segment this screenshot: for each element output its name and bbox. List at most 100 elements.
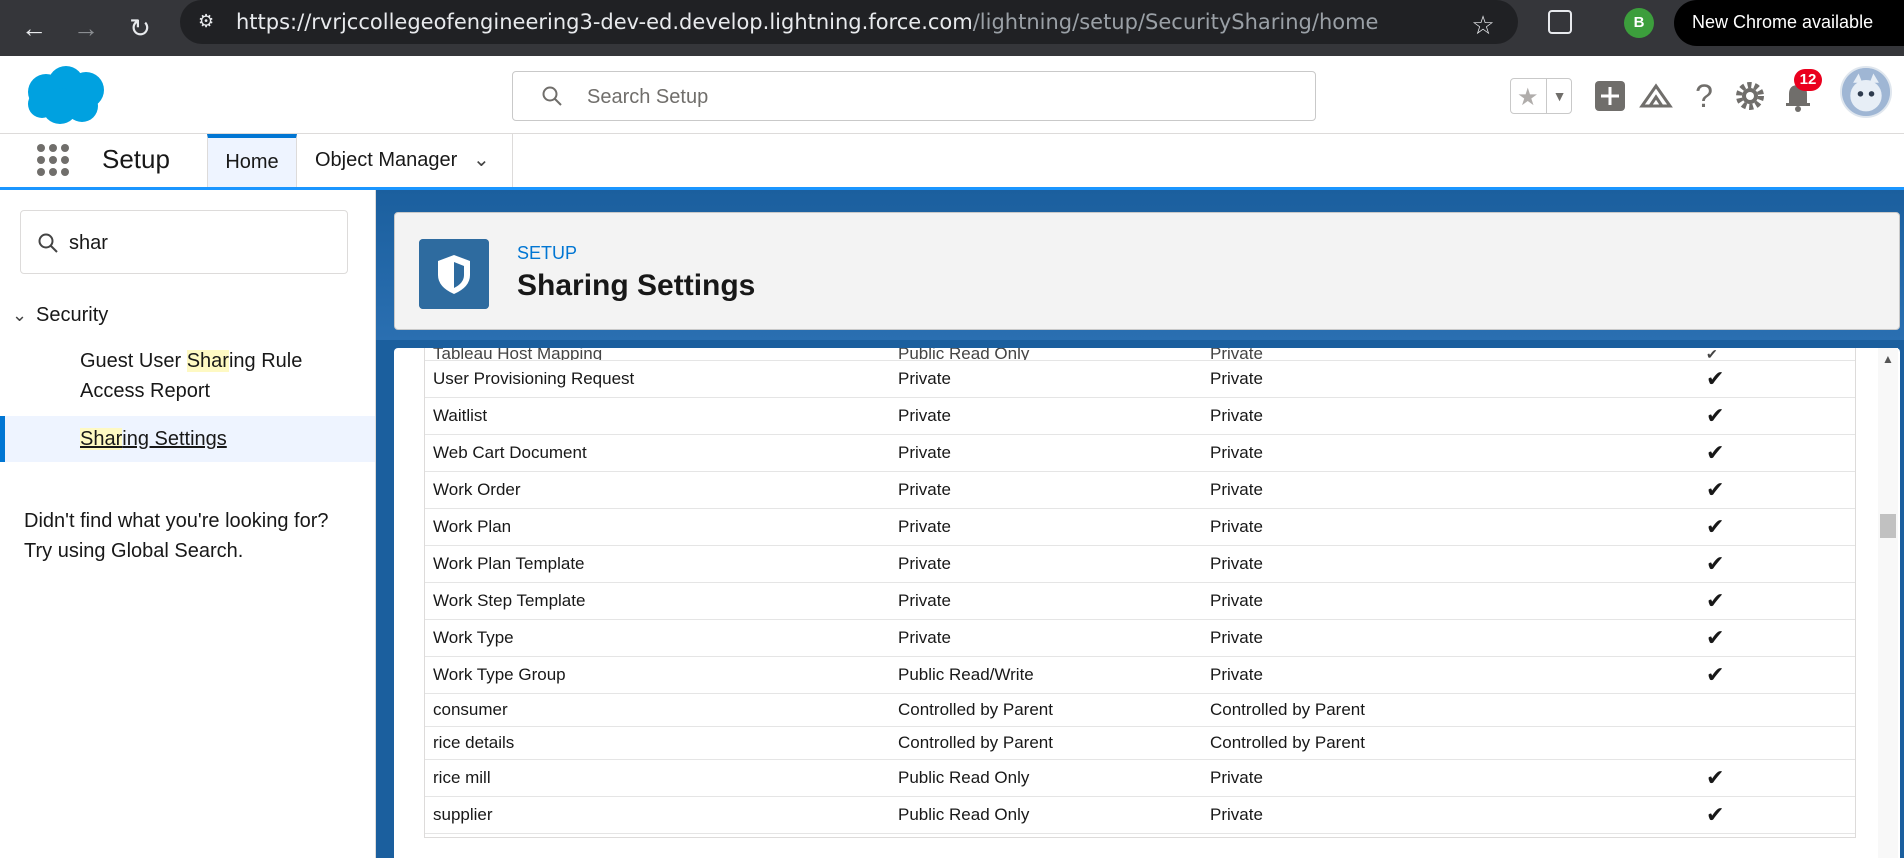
- external-access-cell: Private: [1202, 656, 1676, 694]
- external-access-cell: Private: [1202, 360, 1676, 398]
- app-name: Setup: [102, 144, 170, 174]
- search-input[interactable]: [587, 84, 1287, 110]
- global-actions-icon[interactable]: [1592, 78, 1628, 114]
- external-access-cell: Private: [1202, 582, 1676, 620]
- external-access-cell: Private: [1202, 796, 1676, 834]
- forward-icon[interactable]: →: [66, 8, 106, 48]
- object-cell: Tableau Host Mapping: [425, 348, 890, 361]
- quick-find-input[interactable]: [69, 229, 329, 257]
- settings-gear-icon[interactable]: [1732, 78, 1768, 114]
- back-icon[interactable]: ←: [14, 8, 54, 48]
- extensions-icon[interactable]: [1548, 10, 1572, 34]
- tab-object-manager[interactable]: Object Manager ⌄: [297, 134, 513, 187]
- tree-section-security[interactable]: ⌄ Security: [12, 304, 108, 327]
- object-cell: Work Type Group: [425, 656, 890, 694]
- internal-access-cell: Public Read Only: [890, 796, 1202, 834]
- scrollbar[interactable]: ▲: [1878, 348, 1898, 858]
- global-header: ★ ▼ ? 12: [0, 56, 1904, 134]
- reload-icon[interactable]: ↻: [120, 8, 160, 48]
- grant-hierarchy-checkmark-icon: ✔: [1676, 397, 1855, 435]
- shield-icon: [419, 239, 489, 309]
- external-access-cell: Private: [1202, 397, 1676, 435]
- favorites-dropdown-icon[interactable]: ▼: [1546, 79, 1572, 113]
- bookmark-star-icon[interactable]: ☆: [1466, 8, 1500, 42]
- trailhead-icon[interactable]: [1638, 78, 1674, 114]
- user-avatar[interactable]: [1840, 66, 1892, 118]
- object-cell: Work Type: [425, 619, 890, 657]
- url-text[interactable]: https://rvrjccollegeofengineering3-dev-e…: [236, 10, 1378, 34]
- checkmark-icon: ✔: [1676, 348, 1855, 361]
- object-cell: Waitlist: [425, 397, 890, 435]
- sidebar-item-guest-user-sharing-report[interactable]: Guest User Sharing Rule Access Report: [80, 346, 360, 406]
- internal-access-cell: Private: [890, 582, 1202, 620]
- internal-access-cell: Private: [890, 545, 1202, 583]
- table-row: Tableau Host Mapping Public Read Only Pr…: [425, 348, 1855, 361]
- search-icon: [38, 233, 58, 253]
- content-card: Tableau Host Mapping Public Read Only Pr…: [394, 348, 1900, 858]
- org-wide-defaults-table: Tableau Host Mapping Public Read Only Pr…: [424, 348, 1856, 838]
- sidebar-item-sharing-settings[interactable]: Sharing Settings: [0, 416, 375, 462]
- tab-home[interactable]: Home: [207, 134, 297, 187]
- internal-access-cell: Private: [890, 471, 1202, 509]
- grant-hierarchy-checkmark-icon: ✔: [1676, 360, 1855, 398]
- help-icon[interactable]: ?: [1686, 78, 1722, 114]
- app-navigation: Setup Home Object Manager ⌄: [0, 134, 1904, 190]
- search-highlight: Shar: [80, 428, 123, 450]
- not-found-message: Didn't find what you're looking for? Try…: [24, 506, 354, 566]
- favorite-star-icon[interactable]: ★: [1517, 83, 1539, 112]
- table-row: Work Plan Template Private Private ✔: [425, 545, 1855, 583]
- grant-hierarchy-checkmark-icon: ✔: [1676, 656, 1855, 694]
- main-content: SETUP Sharing Settings Tableau Host Mapp…: [376, 190, 1904, 858]
- object-cell: consumer: [425, 693, 890, 727]
- profile-avatar[interactable]: B: [1624, 8, 1654, 38]
- internal-access-cell: Public Read Only: [890, 348, 1202, 361]
- internal-access-cell: Private: [890, 397, 1202, 435]
- grant-hierarchy-checkmark-icon: ✔: [1676, 545, 1855, 583]
- not-found-line: Didn't find what you're looking for?: [24, 510, 329, 532]
- external-access-cell: Controlled by Parent: [1202, 693, 1676, 727]
- table-row: Waitlist Private Private ✔: [425, 397, 1855, 435]
- object-cell: Work Order: [425, 471, 890, 509]
- tab-object-manager-label: Object Manager: [315, 149, 458, 171]
- object-cell: Work Plan: [425, 508, 890, 546]
- chevron-down-icon[interactable]: ⌄: [473, 134, 490, 186]
- app-launcher-icon[interactable]: [36, 143, 70, 177]
- table-row: Work Plan Private Private ✔: [425, 508, 1855, 546]
- chrome-update-button[interactable]: New Chrome available: [1674, 0, 1904, 46]
- table-row: rice details Controlled by Parent Controll…: [425, 726, 1855, 760]
- scroll-thumb[interactable]: [1880, 514, 1896, 538]
- global-search-hint[interactable]: Try using Global Search.: [24, 536, 354, 566]
- address-bar[interactable]: ⚙ https://rvrjccollegeofengineering3-dev…: [180, 0, 1518, 44]
- favorites-group[interactable]: ★ ▼: [1510, 78, 1572, 114]
- sidebar-item-label: Guest User: [80, 350, 187, 372]
- grant-hierarchy-checkmark-icon: ✔: [1676, 619, 1855, 657]
- table-row: consumer Controlled by Parent Controlled b…: [425, 693, 1855, 727]
- browser-toolbar: ← → ↻ ⚙ https://rvrjccollegeofengineerin…: [0, 0, 1904, 56]
- salesforce-logo-icon[interactable]: [22, 64, 112, 126]
- external-access-cell: Private: [1202, 545, 1676, 583]
- external-access-cell: Controlled by Parent: [1202, 726, 1676, 760]
- external-access-cell: Private: [1202, 619, 1676, 657]
- url-path: /lightning/setup/SecuritySharing/home: [972, 10, 1379, 34]
- quick-find[interactable]: [20, 210, 348, 274]
- grant-hierarchy-checkmark-icon: ✔: [1676, 796, 1855, 834]
- chevron-down-icon[interactable]: ⌄: [12, 305, 36, 326]
- search-icon: [542, 86, 562, 106]
- astro-avatar-icon: [1842, 68, 1890, 116]
- table-row: Web Cart Document Private Private ✔: [425, 434, 1855, 472]
- object-cell: User Provisioning Request: [425, 360, 890, 398]
- scroll-up-icon[interactable]: ▲: [1882, 352, 1894, 366]
- global-search[interactable]: [512, 71, 1316, 121]
- external-access-cell: Private: [1202, 508, 1676, 546]
- external-access-cell: Private: [1202, 759, 1676, 797]
- internal-access-cell: Private: [890, 360, 1202, 398]
- url-host: https://rvrjccollegeofengineering3-dev-e…: [236, 10, 973, 34]
- object-cell: rice details: [425, 726, 890, 760]
- internal-access-cell: Private: [890, 434, 1202, 472]
- grant-hierarchy-checkmark-icon: ✔: [1676, 582, 1855, 620]
- grant-hierarchy-checkmark-icon: ✔: [1676, 471, 1855, 509]
- internal-access-cell: Controlled by Parent: [890, 726, 1202, 760]
- setup-sidebar: ⌄Security Guest User Sharing Rule Access…: [0, 190, 376, 858]
- site-settings-icon[interactable]: ⚙: [198, 10, 220, 32]
- external-access-cell: Private: [1202, 471, 1676, 509]
